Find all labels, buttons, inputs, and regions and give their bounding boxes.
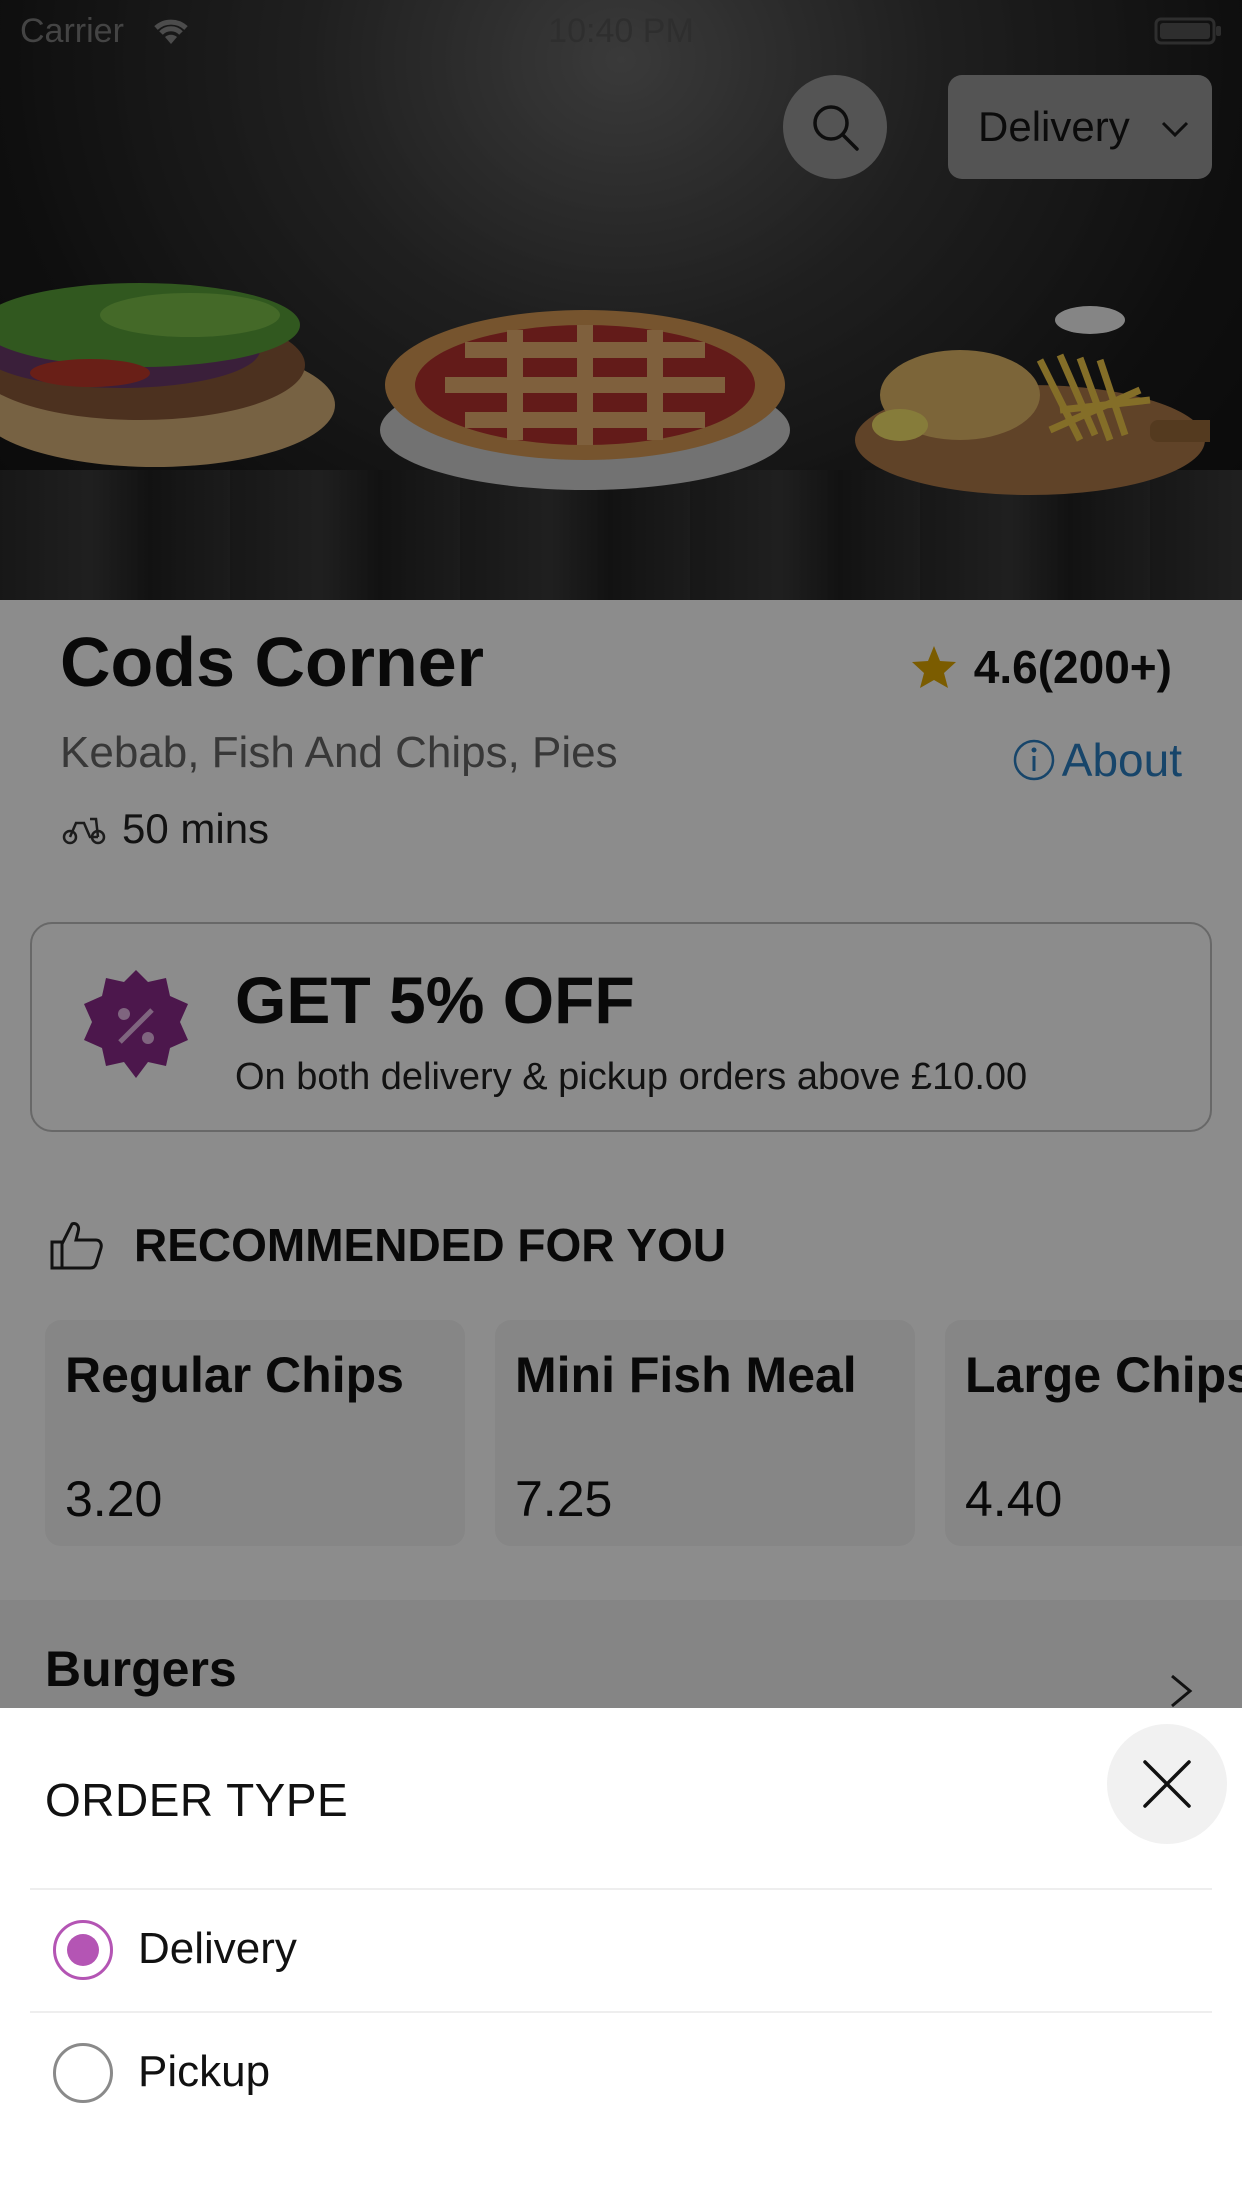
close-icon (1143, 1760, 1191, 1808)
order-type-option-pickup[interactable]: Pickup (0, 2013, 1242, 2133)
order-type-sheet: ORDER TYPE Delivery Pickup (0, 1708, 1242, 2208)
radio-pickup[interactable] (53, 2043, 113, 2103)
order-type-option-delivery[interactable]: Delivery (0, 1890, 1242, 2010)
restaurant-screen: Carrier 10:40 PM Delivery Cods Corner 4.… (0, 0, 1242, 2208)
sheet-title: ORDER TYPE (45, 1774, 349, 1826)
radio-delivery[interactable] (53, 1920, 113, 1980)
modal-backdrop[interactable] (0, 0, 1242, 1708)
close-button[interactable] (1107, 1724, 1227, 1844)
option-label-delivery: Delivery (138, 1924, 297, 1973)
option-label-pickup: Pickup (138, 2047, 271, 2096)
